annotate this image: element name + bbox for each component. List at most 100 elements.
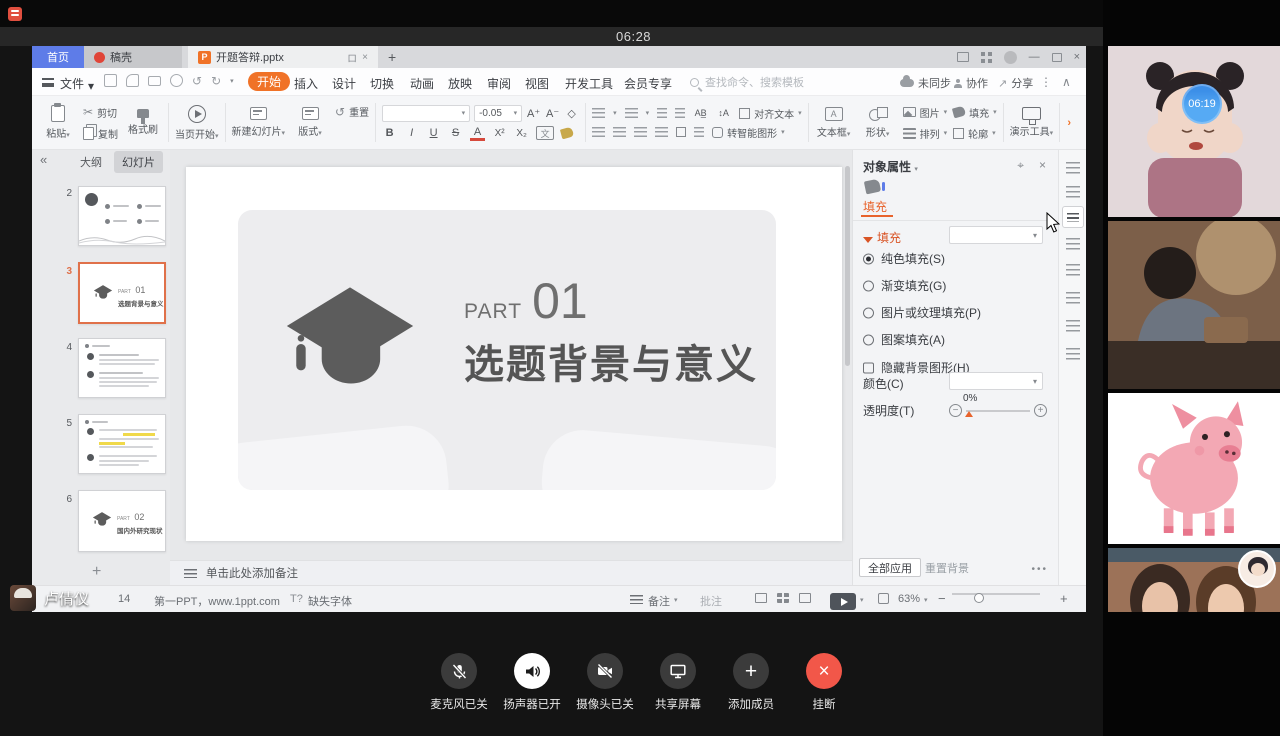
save-icon[interactable] [104,74,117,87]
menu-start[interactable]: 开始 [248,72,290,91]
align-left-icon[interactable] [592,127,605,137]
menu-view[interactable]: 视图 [525,75,549,92]
quick-more-icon[interactable]: ▾ [230,77,234,88]
option-gradient-fill[interactable]: 渐变填充(G) [863,277,946,294]
outline-button[interactable]: 轮廓▾ [953,126,997,141]
pane-styles-icon[interactable] [1066,162,1080,174]
pane-plugins-icon[interactable] [1066,348,1080,360]
justify-icon[interactable] [655,127,668,137]
menu-animation[interactable]: 动画 [410,75,434,92]
subscript-button[interactable]: X₂ [514,128,529,139]
print-preview-icon[interactable] [170,74,183,87]
align-right-icon[interactable] [634,127,647,137]
picture-button[interactable]: 图片▾ [903,105,948,120]
wps-layout-icon[interactable] [957,52,969,62]
add-slide-button[interactable]: + [92,563,101,581]
copy-button[interactable]: 复制 [83,126,118,141]
transparency-plus-button[interactable]: + [1034,404,1047,417]
increase-indent-icon[interactable] [675,108,685,118]
participant-video-1[interactable]: 06:19 [1108,46,1280,217]
menu-member[interactable]: 会员专享 [624,75,672,92]
pane-selection-icon[interactable] [1066,264,1080,276]
reading-view-icon[interactable] [799,593,811,603]
superscript-button[interactable]: X² [492,128,507,139]
zoom-level[interactable]: 63% [898,593,920,605]
zoom-out-button[interactable]: − [938,591,946,606]
reset-background-button[interactable]: 重置背景 [917,558,977,577]
distribute-icon[interactable] [676,127,686,137]
normal-view-icon[interactable] [755,593,767,603]
speaker-control[interactable]: 扬声器已开 [495,653,569,712]
pane-layers-icon[interactable] [1066,320,1080,332]
section-caret-icon[interactable] [863,237,873,243]
wps-minimize-icon[interactable]: — [1029,51,1040,63]
zoom-in-button[interactable]: + [1060,591,1068,606]
add-member-control[interactable]: + 添加成员 [714,653,788,712]
canvas-scrollbar[interactable] [845,166,850,366]
color-combo[interactable]: ▾ [949,372,1043,390]
menu-devtools[interactable]: 开发工具 [565,75,613,92]
wps-grid-icon[interactable] [981,52,992,63]
clear-format-icon[interactable]: ◇ [564,107,579,120]
pane-effects-icon[interactable] [1066,238,1080,250]
transparency-slider[interactable] [966,410,1030,412]
transparency-minus-button[interactable]: − [949,404,962,417]
export-icon[interactable] [126,74,139,87]
zoom-caret[interactable]: ▾ [924,596,928,604]
to-smartart-button[interactable]: 转智能图形▾ [712,125,785,140]
menu-insert[interactable]: 插入 [294,75,318,92]
wps-close-icon[interactable]: × [1074,51,1080,63]
collab-button[interactable]: 协作 [954,75,988,91]
panel-close-icon[interactable]: × [1039,158,1046,172]
tab-comment-icon[interactable]: ロ [347,50,357,65]
fit-slide-icon[interactable] [878,593,889,604]
new-tab-button[interactable]: + [378,46,406,68]
mic-control[interactable]: 麦克风已关 [422,653,496,712]
collapse-ribbon-icon[interactable]: ∧ [1062,75,1071,89]
slide-thumbnail-6[interactable]: PART 02 国内外研究现状 [78,490,166,552]
command-search[interactable]: 查找命令、搜索模板 [690,74,804,90]
menu-review[interactable]: 审阅 [487,75,511,92]
slide-thumbnail-4[interactable] [78,338,166,398]
increase-font-icon[interactable]: A⁺ [526,107,541,120]
slide-canvas[interactable]: PART 01 选题背景与意义 [170,150,852,560]
option-solid-fill[interactable]: 纯色填充(S) [863,250,945,267]
pane-help-icon[interactable] [1066,292,1080,304]
sync-status[interactable]: 未同步 [900,75,951,91]
decrease-indent-icon[interactable] [657,108,667,118]
notes-bar[interactable]: 单击此处添加备注 [170,560,852,585]
paragraph-spacing-icon[interactable] [694,127,704,137]
fill-button[interactable]: 填充▾ [953,105,997,120]
camera-control[interactable]: 摄像头已关 [568,653,642,712]
bold-button[interactable]: B [382,127,397,139]
underline-button[interactable]: U [426,127,441,139]
present-tools-button[interactable]: 演示工具▾ [1007,99,1057,146]
tab-home[interactable]: 首页 [32,46,84,68]
sorter-view-icon[interactable] [777,593,789,603]
slide-thumbnail-3[interactable]: PART 01 选题背景与意义 [78,262,166,324]
format-painter-button[interactable]: 格式刷 [121,99,165,146]
menu-file-caret[interactable]: ▾ [88,79,94,93]
participant-video-2[interactable] [1108,221,1280,389]
layout-button[interactable]: 版式▾ [288,99,332,146]
text-effect-icon[interactable]: 文 [536,126,554,140]
tab-document[interactable]: P 开题答辩.pptx ロ × [188,46,378,68]
slide-thumbnail-2[interactable] [78,186,166,246]
tab-outline[interactable]: 大纲 [80,154,102,170]
transparency-slider-marker[interactable] [965,411,973,417]
play-caret[interactable]: ▾ [860,596,864,604]
cut-button[interactable]: ✂剪切 [83,105,118,120]
reset-button[interactable]: ↺重置 [335,104,369,119]
font-size-combo[interactable]: -0.05▾ [474,105,522,122]
zoom-slider-thumb[interactable] [974,593,984,603]
textbox-button[interactable]: A文本框▾ [812,99,856,146]
panel-pin-icon[interactable]: ⌖ [1017,158,1024,173]
wps-account-icon[interactable] [1004,51,1017,64]
hang-up-control[interactable]: × 挂断 [787,653,861,712]
ribbon-expand-icon[interactable]: › [1067,117,1071,129]
italic-button[interactable]: I [404,127,419,139]
status-notes[interactable]: 备注 [648,593,670,609]
redo-icon[interactable]: ↻ [211,74,221,88]
participant-video-4[interactable] [1108,548,1280,612]
missing-font-label[interactable]: 缺失字体 [308,593,352,609]
